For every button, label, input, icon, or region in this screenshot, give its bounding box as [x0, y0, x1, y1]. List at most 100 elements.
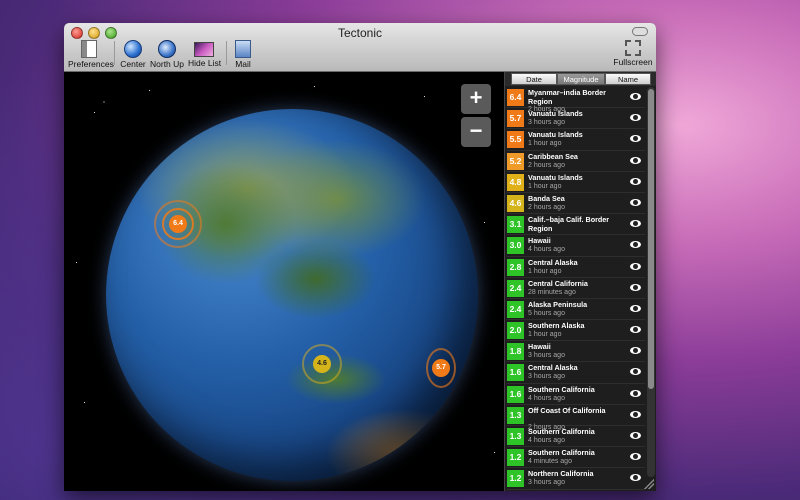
- zoom-in-button[interactable]: +: [461, 84, 491, 114]
- magnitude-badge: 1.3: [507, 428, 524, 445]
- quake-marker[interactable]: 5.7: [426, 348, 456, 388]
- quake-list-item[interactable]: 2.4 Alaska Peninsula 5 hours ago: [507, 299, 645, 321]
- quake-region: Off Coast Of California: [528, 405, 606, 415]
- quake-region: Vanuatu Islands: [528, 130, 583, 140]
- quake-list-item[interactable]: 2.4 Central California 28 minutes ago: [507, 278, 645, 299]
- preferences-button[interactable]: Preferences: [68, 40, 114, 70]
- eye-icon[interactable]: [630, 198, 641, 206]
- quake-marker[interactable]: 6.4: [154, 200, 202, 248]
- fullscreen-label: Fullscreen: [613, 57, 653, 67]
- eye-icon[interactable]: [630, 389, 641, 397]
- quake-list[interactable]: 6.4 Myanmar–india Border Region 2 hours ag…: [507, 87, 645, 491]
- eye-icon[interactable]: [630, 135, 641, 143]
- quake-age: 3 hours ago: [528, 373, 565, 381]
- quake-list-item[interactable]: 1.6 Southern California 4 hours ago: [507, 384, 645, 405]
- quake-marker-label: 4.6: [313, 355, 331, 373]
- eye-icon[interactable]: [630, 262, 641, 270]
- window-resize-grip[interactable]: [644, 479, 654, 489]
- magnitude-badge: 2.4: [507, 279, 524, 297]
- scrollbar-thumb[interactable]: [648, 89, 654, 389]
- quake-region: Southern California: [528, 448, 595, 458]
- eye-icon[interactable]: [630, 114, 641, 122]
- eye-icon[interactable]: [630, 93, 641, 100]
- eye-icon[interactable]: [630, 453, 641, 461]
- window-title: Tectonic: [337, 26, 383, 40]
- eye-icon[interactable]: [630, 326, 641, 334]
- quake-age: 4 minutes ago: [528, 458, 572, 466]
- north-up-button[interactable]: North Up: [150, 40, 184, 70]
- eye-icon[interactable]: [630, 368, 641, 376]
- quake-region: Central Alaska: [528, 257, 578, 267]
- magnitude-badge: 5.7: [507, 110, 524, 128]
- quake-marker[interactable]: 4.6: [302, 344, 342, 384]
- eye-icon[interactable]: [630, 220, 641, 228]
- quake-list-item[interactable]: 1.6 Central Alaska 3 hours ago: [507, 362, 645, 384]
- quake-list-scrollbar[interactable]: [647, 87, 655, 477]
- quake-region: Central California: [528, 278, 588, 288]
- sort-magnitude-button[interactable]: Magnitude: [557, 73, 605, 85]
- quake-list-item[interactable]: 5.2 Caribbean Sea 2 hours ago: [507, 151, 645, 172]
- center-button[interactable]: Center: [120, 40, 146, 70]
- quake-list-item[interactable]: 5.5 Vanuatu Islands 1 hour ago: [507, 129, 645, 151]
- fullscreen-icon: [625, 40, 641, 56]
- quake-region: Calif.–baja Calif. Border Region: [528, 215, 610, 234]
- quake-list-item[interactable]: 1.2 Northern California 3 hours ago: [507, 468, 645, 490]
- eye-icon[interactable]: [630, 283, 641, 291]
- quake-list-item[interactable]: 4.6 Banda Sea 2 hours ago: [507, 193, 645, 215]
- globe-map-view[interactable]: 6.4 4.6 5.7 + −: [64, 72, 504, 491]
- toolbar-toggle-button[interactable]: [632, 27, 648, 36]
- globe-icon: [124, 40, 142, 58]
- quake-list-item[interactable]: 3.1 Calif.–baja Calif. Border Region: [507, 214, 645, 236]
- photo-icon: [194, 42, 214, 57]
- sort-name-button[interactable]: Name: [605, 73, 651, 85]
- toolbar-separator: [114, 41, 115, 65]
- quake-age: 4 hours ago: [528, 246, 565, 254]
- quake-list-item[interactable]: 1.3 Off Coast Of California 2 hours ago: [507, 405, 645, 431]
- eye-icon[interactable]: [630, 410, 641, 418]
- magnitude-badge: 2.4: [507, 300, 524, 318]
- quake-list-item[interactable]: 3.0 Hawaii 4 hours ago: [507, 235, 645, 257]
- magnitude-badge: 1.3: [507, 406, 524, 424]
- quake-region: Caribbean Sea: [528, 151, 578, 161]
- quake-list-item[interactable]: 2.0 Southern Alaska 1 hour ago: [507, 320, 645, 342]
- eye-icon[interactable]: [630, 177, 641, 185]
- mail-button[interactable]: Mail: [232, 40, 254, 70]
- magnitude-badge: 5.5: [507, 131, 524, 149]
- quake-age: 1 hour ago: [528, 331, 562, 339]
- quake-list-item[interactable]: 1.8 Hawaii 3 hours ago: [507, 341, 645, 363]
- eye-icon[interactable]: [630, 241, 641, 249]
- fullscreen-button[interactable]: Fullscreen: [613, 40, 653, 70]
- eye-icon[interactable]: [630, 156, 641, 164]
- center-label: Center: [120, 59, 146, 69]
- magnitude-badge: 4.6: [507, 194, 524, 212]
- quake-list-item[interactable]: 2.8 Central Alaska 1 hour ago: [507, 257, 645, 278]
- quake-list-panel: Date Magnitude Name 6.4 Myanmar–india Bor…: [504, 72, 656, 491]
- quake-list-item[interactable]: 6.4 Myanmar–india Border Region 2 hours ag…: [507, 87, 645, 113]
- eye-icon[interactable]: [630, 474, 641, 482]
- quake-age: 3 hours ago: [528, 352, 565, 360]
- quake-region: Southern California: [528, 427, 595, 436]
- quake-region: Banda Sea: [528, 193, 565, 203]
- magnitude-badge: 1.2: [507, 470, 524, 488]
- earth-globe[interactable]: [106, 109, 478, 481]
- quake-region: Northern California: [528, 469, 594, 479]
- eye-icon[interactable]: [630, 432, 641, 439]
- hide-list-button[interactable]: Hide List: [188, 40, 222, 70]
- quake-list-item[interactable]: 1.3 Southern California 4 hours ago: [507, 426, 645, 448]
- zoom-out-button[interactable]: −: [461, 117, 491, 147]
- toolbar-separator: [226, 41, 227, 65]
- magnitude-badge: 1.6: [507, 364, 524, 382]
- hide-list-label: Hide List: [188, 58, 222, 68]
- quake-marker-label: 6.4: [169, 215, 187, 233]
- quake-list-item[interactable]: 4.8 Vanuatu Islands 1 hour ago: [507, 172, 645, 193]
- quake-region: Southern Alaska: [528, 321, 585, 331]
- quake-age: 3 hours ago: [528, 479, 565, 487]
- eye-icon[interactable]: [630, 304, 641, 312]
- sort-date-button[interactable]: Date: [511, 73, 557, 85]
- eye-icon[interactable]: [630, 347, 641, 355]
- quake-list-item[interactable]: 5.7 Vanuatu Islands 3 hours ago: [507, 108, 645, 130]
- magnitude-badge: 4.8: [507, 173, 524, 191]
- quake-list-item[interactable]: 1.2 Southern California 4 minutes ago: [507, 447, 645, 469]
- magnitude-badge: 1.2: [507, 449, 524, 467]
- preferences-label: Preferences: [68, 59, 114, 69]
